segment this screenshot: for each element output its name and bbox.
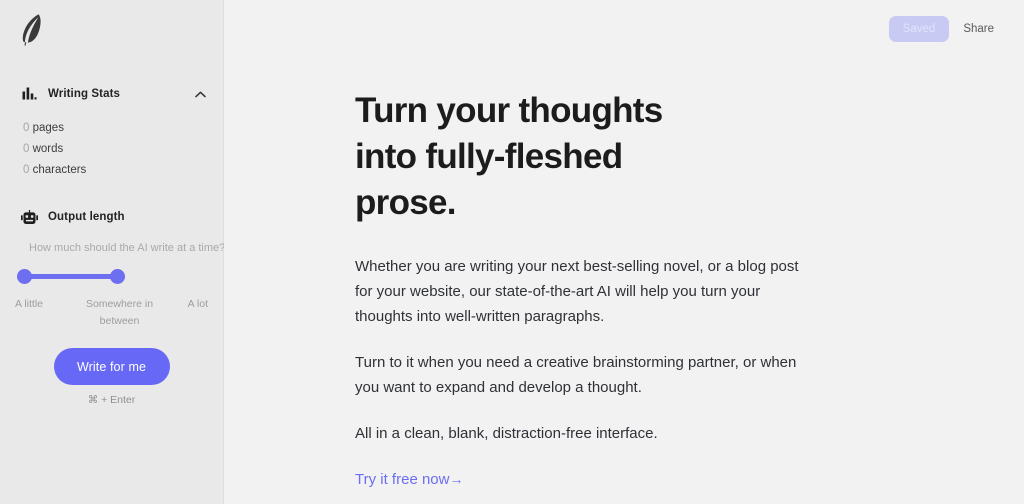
body-paragraph-2: Turn to it when you need a creative brai… [355,354,797,396]
writing-stats-title: Writing Stats [48,88,121,100]
slider-fill [24,274,114,279]
slider-handle-max[interactable] [110,269,125,284]
body-paragraph-1: Whether you are writing your next best-s… [355,258,799,325]
robot-icon [21,209,38,226]
slider-label-a-little: A little [15,298,44,310]
topbar: Saved Share [888,0,1024,58]
stat-value-pages: 0 [23,122,30,134]
document-editor[interactable]: Turn your thoughts into fully-fleshed pr… [355,88,875,492]
page-title-line-2: into fully-fleshed [355,137,623,176]
output-length-header[interactable]: Output length [0,205,223,229]
share-button[interactable]: Share [955,16,1002,42]
slider-label-a-lot: A lot [187,298,208,310]
stat-row-characters: 0 characters [23,160,223,181]
write-action-group: Write for me ⌘ + Enter [0,348,223,406]
page-title: Turn your thoughts into fully-fleshed pr… [355,88,875,226]
app-root: Writing Stats 0 pages 0 words 0 characte… [0,0,1024,504]
output-length-slider[interactable] [0,269,223,285]
body-paragraph-3: All in a clean, blank, distraction-free … [355,425,658,442]
main-content: Saved Share Turn your thoughts into full… [224,0,1024,504]
saved-status-button[interactable]: Saved [888,16,950,42]
slider-label-somewhere-in-between: Somewhere in between [85,298,154,327]
page-title-line-1: Turn your thoughts [355,91,663,130]
bar-chart-icon [21,86,38,103]
stat-value-characters: 0 [23,164,30,176]
stat-label-characters: characters [32,164,87,176]
stat-value-words: 0 [23,143,30,155]
output-length-helper-text: How much should the AI write at a time? [29,242,226,254]
keyboard-shortcut-hint: ⌘ + Enter [87,394,136,406]
writing-stats-header[interactable]: Writing Stats [0,82,223,106]
page-title-line-3: prose. [355,183,457,222]
stat-label-words: words [32,143,64,155]
stat-row-pages: 0 pages [23,118,223,139]
slider-labels: A little Somewhere in between A lot [0,296,223,330]
stat-label-pages: pages [32,122,64,134]
slider-handle-min[interactable] [17,269,32,284]
chevron-up-icon[interactable] [193,87,207,101]
try-it-free-label: Try it free now [355,471,450,488]
logo[interactable] [0,0,223,62]
arrow-right-icon: → [449,471,464,487]
writing-stats-list: 0 pages 0 words 0 characters [0,118,223,181]
feather-quill-logo-icon [17,12,43,51]
write-for-me-button[interactable]: Write for me [53,348,170,385]
output-length-title: Output length [48,211,125,223]
try-it-free-link[interactable]: Try it free now→ [355,471,463,488]
output-length-section: Output length How much should the AI wri… [0,205,226,406]
stat-row-words: 0 words [23,139,223,160]
sidebar: Writing Stats 0 pages 0 words 0 characte… [0,0,226,504]
